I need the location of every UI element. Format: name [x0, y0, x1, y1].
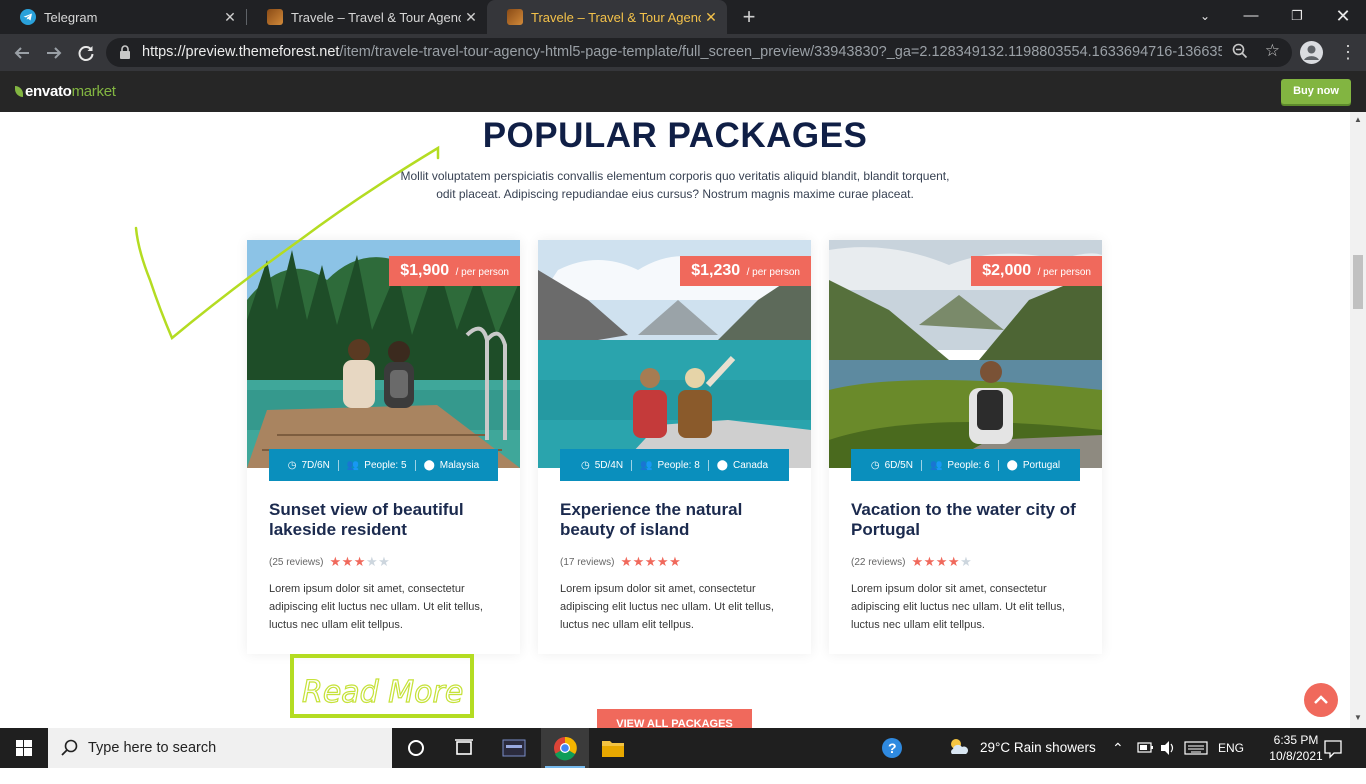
star-rating: ★★★★★	[911, 554, 973, 569]
weather-text[interactable]: 29°C Rain showers	[980, 728, 1096, 768]
close-tab-icon[interactable]: ✕	[701, 9, 721, 26]
travele-favicon	[507, 9, 523, 25]
address-bar[interactable]: https://preview.themeforest.net/item/tra…	[106, 38, 1292, 67]
travele-favicon	[267, 9, 283, 25]
location-pin-icon: ⬤	[423, 459, 435, 471]
profile-icon[interactable]	[1300, 41, 1323, 64]
scroll-up-arrow-icon[interactable]: ▲	[1354, 115, 1362, 124]
people-icon: 👥	[640, 459, 653, 471]
lock-icon[interactable]	[119, 45, 131, 59]
tab-travele-active[interactable]: Travele – Travel & Tour Agency H ✕	[487, 0, 727, 34]
star-rating: ★★★★★	[329, 554, 391, 569]
scroll-down-arrow-icon[interactable]: ▼	[1354, 713, 1362, 722]
section-title: POPULAR PACKAGES	[482, 116, 868, 155]
search-icon	[61, 739, 78, 756]
package-reviews: (17 reviews) ★★★★★	[560, 554, 682, 569]
package-card[interactable]: $1,900 / per person ◷ 7D/6N 👥 People: 5 ⬤ M…	[247, 240, 520, 654]
url-text: https://preview.themeforest.net/item/tra…	[142, 44, 1222, 60]
scrollbar-thumb[interactable]	[1353, 255, 1363, 309]
people-icon: 👥	[929, 459, 943, 471]
cortana-icon[interactable]	[392, 728, 440, 768]
arrow-up-icon	[1314, 695, 1328, 704]
package-meta-bar: ◷ 5D/4N 👥 People: 8 ⬤ Canada	[560, 449, 789, 481]
package-reviews: (25 reviews) ★★★★★	[269, 554, 391, 569]
envato-bar: envatomarket Buy now	[0, 71, 1366, 112]
clock-icon: ◷	[287, 459, 297, 471]
package-reviews: (22 reviews) ★★★★★	[851, 554, 973, 569]
section-description: Mollit voluptatem perspiciatis convallis…	[400, 169, 950, 201]
package-card[interactable]: $1,230 / per person ◷ 5D/4N 👥 People: 8 ⬤ C…	[538, 240, 811, 654]
package-title[interactable]: Vacation to the water city of Portugal	[851, 500, 1086, 540]
package-description: Lorem ipsum dolor sit amet, consectetur …	[269, 583, 483, 631]
location-pin-icon: ⬤	[1006, 459, 1018, 471]
page-scrollbar[interactable]: ▲ ▼	[1350, 112, 1366, 728]
app-icon[interactable]	[490, 728, 538, 768]
language-indicator[interactable]: ENG	[1218, 728, 1244, 768]
taskbar-search-box[interactable]: Type here to search	[48, 728, 392, 768]
volume-icon[interactable]	[1159, 728, 1177, 768]
close-tab-icon[interactable]: ✕	[220, 9, 240, 26]
buy-now-button[interactable]: Buy now	[1281, 79, 1351, 104]
file-explorer-icon[interactable]	[589, 728, 637, 768]
tab-search-chevron-icon[interactable]: ⌄	[1182, 0, 1228, 34]
back-to-top-button[interactable]	[1304, 683, 1338, 717]
package-description: Lorem ipsum dolor sit amet, consectetur …	[851, 583, 1065, 631]
view-all-packages-button[interactable]: VIEW ALL PACKAGES	[597, 709, 752, 728]
restore-button[interactable]: ❐	[1274, 0, 1320, 34]
clock-icon: ◷	[870, 459, 880, 471]
chevron-up-icon[interactable]: ⌃	[1112, 728, 1128, 768]
tab-strip: Telegram ✕ Travele – Travel & Tour Agenc…	[0, 0, 1366, 34]
package-description: Lorem ipsum dolor sit amet, consectetur …	[560, 583, 774, 631]
package-card[interactable]: $2,000 / per person ◷ 6D/5N 👥 People: 6 ⬤ P…	[829, 240, 1102, 654]
package-title[interactable]: Sunset view of beautiful lakeside reside…	[269, 500, 504, 540]
reload-icon[interactable]	[73, 40, 99, 66]
zoom-icon[interactable]	[1232, 43, 1248, 63]
windows-icon[interactable]	[0, 728, 48, 768]
tab-telegram[interactable]: Telegram ✕	[0, 0, 246, 34]
notification-icon[interactable]	[1322, 728, 1344, 768]
close-tab-icon[interactable]: ✕	[461, 9, 481, 26]
star-icon[interactable]: ☆	[1265, 41, 1280, 61]
tab-travele-1[interactable]: Travele – Travel & Tour Agency H ✕	[247, 0, 487, 34]
leaf-icon	[15, 86, 23, 97]
package-meta-bar: ◷ 7D/6N 👥 People: 5 ⬤ Malaysia	[269, 449, 498, 481]
star-rating: ★★★★★	[620, 554, 682, 569]
telegram-icon	[20, 9, 36, 25]
taskbar-clock[interactable]: 6:35 PM 10/8/2021	[1267, 732, 1325, 764]
battery-icon[interactable]	[1136, 728, 1154, 768]
menu-icon[interactable]: ⋮	[1339, 40, 1357, 64]
windows-taskbar: Type here to search ? 29°C Rain showers …	[0, 728, 1366, 768]
weather-icon[interactable]	[946, 728, 972, 768]
price-tag: $1,900 / per person	[389, 256, 520, 286]
browser-toolbar: https://preview.themeforest.net/item/tra…	[0, 34, 1366, 71]
help-icon[interactable]: ?	[879, 728, 905, 768]
forward-icon[interactable]	[41, 40, 67, 66]
clock-icon: ◷	[580, 459, 590, 471]
people-icon: 👥	[346, 459, 360, 471]
keyboard-icon[interactable]	[1183, 728, 1209, 768]
task-view-icon[interactable]	[440, 728, 488, 768]
new-tab-button[interactable]: +	[737, 4, 761, 30]
chrome-icon[interactable]	[541, 728, 589, 768]
location-pin-icon: ⬤	[716, 459, 728, 471]
page-content: POPULAR PACKAGES Mollit voluptatem persp…	[0, 112, 1350, 728]
package-title[interactable]: Experience the natural beauty of island	[560, 500, 795, 540]
back-icon[interactable]	[9, 40, 35, 66]
minimize-button[interactable]: —	[1228, 0, 1274, 34]
price-tag: $2,000 / per person	[971, 256, 1102, 286]
envato-logo[interactable]: envatomarket	[15, 83, 116, 100]
price-tag: $1,230 / per person	[680, 256, 811, 286]
close-window-button[interactable]: ✕	[1320, 0, 1366, 34]
svg-text:?: ?	[888, 740, 897, 756]
package-meta-bar: ◷ 6D/5N 👥 People: 6 ⬤ Portugal	[851, 449, 1080, 481]
